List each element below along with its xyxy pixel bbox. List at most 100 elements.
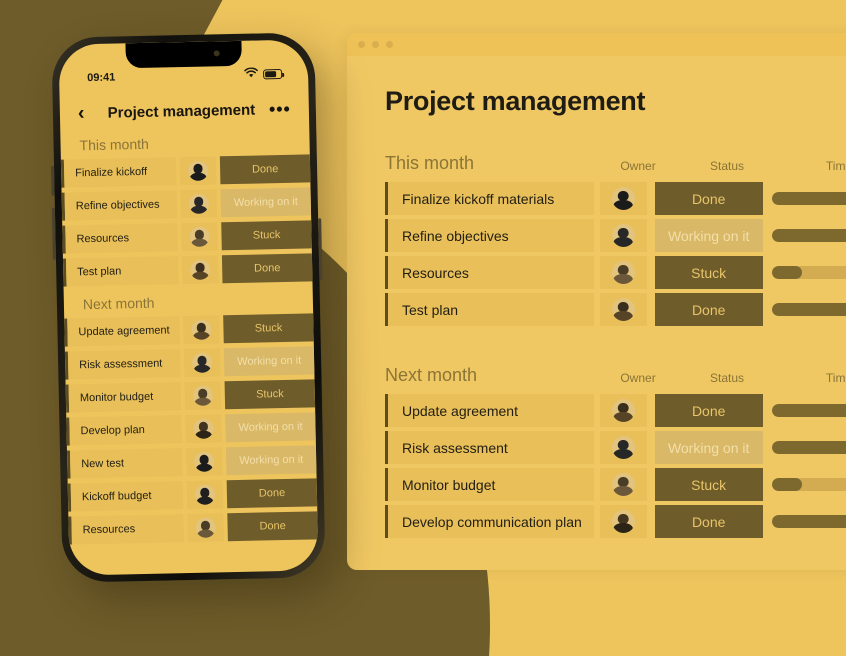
owner-cell[interactable] [600,182,647,215]
owner-cell[interactable] [600,468,647,501]
task-name-cell[interactable]: Update agreement [67,316,180,347]
status-badge[interactable]: Working on it [224,346,315,377]
owner-cell[interactable] [180,156,217,186]
status-badge[interactable]: Done [227,511,318,542]
task-name-cell[interactable]: Resources [65,223,179,254]
status-badge[interactable]: Stuck [654,468,763,501]
status-badge[interactable]: Working on it [226,445,317,476]
table-row[interactable]: Refine objectives Working on it [385,219,846,252]
table-row[interactable]: Monitor budget Stuck [385,468,846,501]
status-badge[interactable]: Done [654,505,763,538]
avatar [611,510,635,533]
timeline-cell[interactable] [771,431,846,464]
task-name-cell[interactable]: Kickoff budget [70,481,184,512]
task-name-cell[interactable]: Finalize kickoff materials [388,182,595,215]
owner-cell[interactable] [184,381,222,411]
table-row[interactable]: Update agreement Done [385,394,846,427]
task-name-cell[interactable]: Update agreement [388,394,595,427]
owner-cell[interactable] [600,219,647,252]
timeline-cell[interactable] [771,256,846,289]
task-name-cell[interactable]: Monitor budget [388,468,595,501]
status-badge[interactable]: Stuck [654,256,763,289]
timeline-cell[interactable] [771,394,846,427]
task-name-cell[interactable]: Risk assessment [388,431,595,464]
timeline-cell[interactable] [771,468,846,501]
table-row[interactable]: Finalize kickoff materials Done [385,182,846,215]
timeline-cell[interactable] [771,293,846,326]
task-name-cell[interactable]: New test [69,448,183,479]
list-item[interactable]: Kickoff budget Done [67,478,318,512]
status-badge[interactable]: Done [219,154,311,185]
task-name-cell[interactable]: Develop plan [69,415,183,446]
column-header-status: Status [710,371,745,385]
task-name-cell[interactable]: Risk assessment [67,349,181,380]
more-options-button[interactable]: ••• [269,98,291,118]
avatar [611,473,635,496]
owner-cell[interactable] [180,189,218,219]
status-badge[interactable]: Done [654,182,763,215]
owner-cell[interactable] [184,348,221,378]
table-row[interactable]: Risk assessment Working on it [385,431,846,464]
owner-cell[interactable] [600,431,647,464]
task-name-cell[interactable]: Refine objectives [388,219,595,252]
task-name-cell[interactable]: Develop communication plan [388,505,595,538]
list-item[interactable]: Resources Done [68,511,318,545]
timeline-cell[interactable] [771,219,846,252]
phone-section-title: Next month [82,294,155,313]
window-maximize-dot-icon[interactable] [386,41,393,48]
window-close-dot-icon[interactable] [358,41,365,48]
status-badge[interactable]: Done [654,293,763,326]
list-item[interactable]: Monitor budget Stuck [65,379,316,413]
owner-cell[interactable] [181,222,218,252]
phone-volume-buttons[interactable] [51,207,56,260]
desktop-board: This month Owner Status Timeline Finalize ki… [385,151,846,538]
owner-cell[interactable] [600,394,647,427]
status-badge[interactable]: Working on it [654,219,763,252]
task-name-cell[interactable]: Test plan [388,293,595,326]
list-item[interactable]: Risk assessment Working on it [64,346,315,380]
column-header-status: Status [710,159,745,173]
list-item[interactable]: Resources Stuck [62,220,312,254]
table-row[interactable]: Resources Stuck [385,256,846,289]
status-badge[interactable]: Done [222,253,313,284]
status-badge[interactable]: Working on it [654,431,763,464]
task-name-cell[interactable]: Finalize kickoff [63,157,177,188]
owner-cell[interactable] [600,293,647,326]
list-item[interactable]: New test Working on it [66,445,317,479]
owner-cell[interactable] [187,513,225,543]
window-minimize-dot-icon[interactable] [372,41,379,48]
timeline-cell[interactable] [771,182,846,215]
task-name-cell[interactable]: Refine objectives [64,190,178,221]
status-badge[interactable]: Stuck [223,313,314,344]
status-badge[interactable]: Stuck [221,220,312,251]
status-badge[interactable]: Working on it [225,412,316,443]
list-item[interactable]: Develop plan Working on it [66,412,316,446]
owner-cell[interactable] [182,255,219,285]
owner-cell[interactable] [186,447,223,477]
phone-mute-switch[interactable] [51,165,55,196]
list-item[interactable]: Refine objectives Working on it [61,187,312,221]
task-name-cell[interactable]: Resources [71,514,185,545]
task-name-cell[interactable]: Test plan [65,256,179,287]
owner-cell[interactable] [183,315,220,345]
back-button[interactable]: ‹ [78,102,94,124]
list-item[interactable]: Finalize kickoff Done [60,154,311,188]
list-item[interactable]: Test plan Done [62,253,313,287]
task-name-cell[interactable]: Resources [388,256,595,289]
list-item[interactable]: Update agreement Stuck [64,313,314,347]
owner-cell[interactable] [600,505,647,538]
status-badge[interactable]: Stuck [224,379,316,410]
avatar [188,160,209,181]
status-badge[interactable]: Done [226,478,318,509]
status-badge[interactable]: Working on it [220,187,312,218]
owner-cell[interactable] [600,256,647,289]
timeline-cell[interactable] [771,505,846,538]
owner-cell[interactable] [186,480,224,510]
table-row[interactable]: Develop communication plan Done [385,505,846,538]
phone-power-button[interactable] [318,218,323,281]
status-badge[interactable]: Done [654,394,763,427]
owner-cell[interactable] [185,414,222,444]
avatar [193,418,214,439]
task-name-cell[interactable]: Monitor budget [68,382,182,413]
table-row[interactable]: Test plan Done [385,293,846,326]
